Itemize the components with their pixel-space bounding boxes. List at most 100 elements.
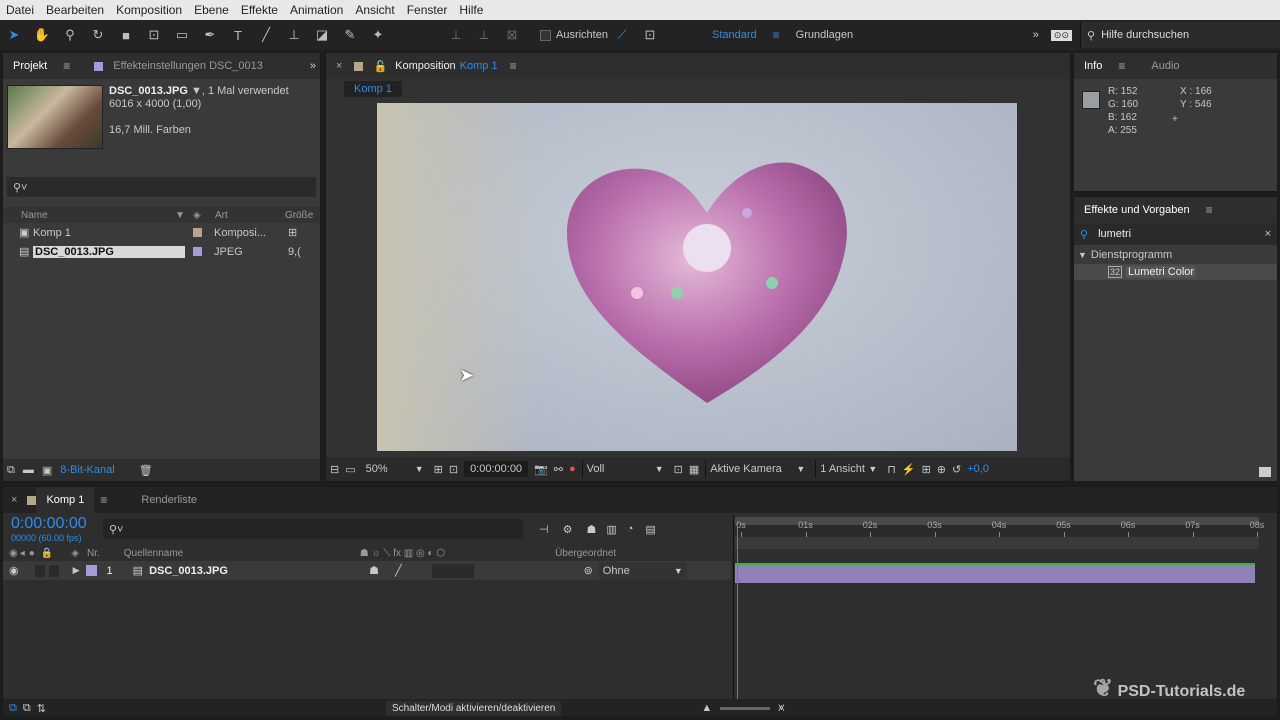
reset-exposure-icon[interactable]: ↺ (952, 463, 961, 476)
monitor-icon[interactable]: ▭ (345, 463, 355, 476)
axis-local-icon[interactable]: ⟂ (445, 24, 467, 46)
timeline-icon[interactable]: ⊞ (922, 463, 931, 476)
project-row-dsc0013[interactable]: ▤ DSC_0013.JPG JPEG 9,( (3, 242, 320, 261)
pan-behind-tool-icon[interactable]: ⊡ (143, 24, 165, 46)
layer-switches-icon[interactable]: ⧉ (9, 702, 17, 715)
composition-menu-icon[interactable]: ≡ (510, 59, 517, 73)
draft-3d-icon[interactable]: ⚙ (563, 523, 573, 536)
current-time-indicator[interactable] (737, 527, 738, 707)
hand-tool-icon[interactable]: ✋ (31, 24, 53, 46)
menu-datei[interactable]: Datei (0, 3, 40, 17)
zoom-out-icon[interactable]: ▲ (701, 702, 712, 714)
new-preset-icon[interactable] (1259, 467, 1271, 477)
preview-icon[interactable]: ⊟ (330, 463, 339, 476)
col-parent[interactable]: Übergeordnet (555, 548, 616, 559)
workspace-grundlagen[interactable]: Grundlagen (796, 29, 854, 41)
tab-effect-controls[interactable]: Effekteinstellungen DSC_0013 (103, 60, 273, 72)
interpret-footage-icon[interactable]: ⧉ (7, 464, 15, 477)
clear-search-icon[interactable]: × (1265, 228, 1271, 240)
zoom-tool-icon[interactable]: ⚲ (59, 24, 81, 46)
menu-ansicht[interactable]: Ansicht (349, 3, 400, 17)
info-menu-icon[interactable]: ≡ (1118, 59, 1125, 73)
views-dropdown[interactable]: 1 Ansicht ▼ (815, 460, 881, 478)
lock-icon[interactable]: 🔓 (373, 60, 387, 73)
flowchart-icon[interactable]: ⊕ (937, 463, 946, 476)
camera-dropdown[interactable]: Aktive Kamera ▼ (705, 460, 809, 478)
current-time[interactable]: 0:00:00:00 (464, 461, 529, 477)
roto-brush-tool-icon[interactable]: ✎ (339, 24, 361, 46)
sort-arrow-icon[interactable]: ▼ (175, 210, 193, 221)
panel-overflow-icon[interactable]: » (310, 60, 316, 72)
menu-ebene[interactable]: Ebene (188, 3, 235, 17)
effects-search-input[interactable]: ⚲ lumetri × (1074, 223, 1277, 245)
transfer-controls-icon[interactable]: ⧉ (23, 702, 31, 715)
resolution-dropdown[interactable]: Voll ▼ (581, 460, 668, 478)
toggle-switches-modes[interactable]: Schalter/Modi aktivieren/deaktivieren (385, 700, 562, 716)
label-color-swatch[interactable] (85, 565, 97, 576)
close-icon[interactable]: × (11, 494, 17, 506)
bit-depth-button[interactable]: 8-Bit-Kanal (60, 464, 114, 476)
menu-animation[interactable]: Animation (284, 3, 349, 17)
brush-tool-icon[interactable]: ╱ (255, 24, 277, 46)
solo-column-icon[interactable]: ● (29, 548, 35, 559)
layer-duration-bar[interactable] (735, 565, 1255, 583)
zoom-in-icon[interactable]: ⩙ (778, 702, 784, 715)
label-tag-icon[interactable]: ◈ (193, 210, 215, 221)
clone-stamp-tool-icon[interactable]: ⊥ (283, 24, 305, 46)
layer-name[interactable]: DSC_0013.JPG (149, 565, 369, 577)
label-color-swatch[interactable] (193, 228, 202, 237)
close-icon[interactable]: × (336, 60, 342, 72)
menu-hilfe[interactable]: Hilfe (453, 3, 489, 17)
audio-column-icon[interactable]: ◂ (20, 548, 25, 559)
dropdown-arrow-icon[interactable]: ▼ (191, 85, 202, 97)
pen-tool-icon[interactable]: ✒ (199, 24, 221, 46)
workspace-standard[interactable]: Standard (712, 29, 757, 41)
menu-fenster[interactable]: Fenster (401, 3, 454, 17)
toggle-pixel-icon[interactable]: ⊓ (887, 463, 896, 476)
safe-zones-icon[interactable]: ⊡ (449, 463, 458, 476)
effects-title[interactable]: Effekte und Vorgaben (1074, 204, 1200, 216)
tab-audio[interactable]: Audio (1141, 60, 1189, 72)
expand-triangle-icon[interactable]: ▼ (1078, 250, 1087, 260)
menu-komposition[interactable]: Komposition (110, 3, 188, 17)
quality-switch-icon[interactable]: ╱ (395, 564, 402, 577)
roi-icon[interactable]: ⊡ (674, 463, 683, 476)
snap-options-icon[interactable]: ⊡ (639, 24, 661, 46)
eye-column-icon[interactable]: ◉ (9, 548, 18, 559)
exposure-value[interactable]: +0,0 (967, 463, 989, 475)
col-name[interactable]: Name (21, 210, 175, 221)
menu-bearbeiten[interactable]: Bearbeiten (40, 3, 110, 17)
layer-search-input[interactable]: ⚲˅ (103, 519, 523, 539)
comp-mini-flowchart-icon[interactable]: ⊣ (539, 523, 549, 536)
puppet-tool-icon[interactable]: ✦ (367, 24, 389, 46)
col-type[interactable]: Art (215, 210, 285, 221)
col-number[interactable]: Nr. (87, 548, 100, 559)
effect-item-lumetri[interactable]: 32 Lumetri Color (1074, 264, 1277, 280)
menu-effekte[interactable]: Effekte (235, 3, 284, 17)
motion-blur-icon[interactable]: ◔ (627, 523, 634, 535)
selection-tool-icon[interactable]: ➤ (3, 24, 25, 46)
lock-toggle[interactable] (48, 564, 59, 577)
camera-tool-icon[interactable]: ■ (115, 24, 137, 46)
tab-render-queue[interactable]: Renderliste (131, 494, 207, 506)
layer-row[interactable]: ◉ ▶ 1 ▤ DSC_0013.JPG ☗ ╱ ⊚ Ohne ▼ (3, 561, 731, 580)
pickwhip-icon[interactable]: ⊚ (584, 564, 593, 577)
rotate-tool-icon[interactable]: ↻ (87, 24, 109, 46)
fast-preview-icon[interactable]: ⚡ (902, 463, 916, 476)
timeline-menu-icon[interactable]: ≡ (100, 493, 107, 507)
axis-world-icon[interactable]: ⟂ (473, 24, 495, 46)
new-folder-icon[interactable]: ▬ (23, 464, 34, 476)
zoom-slider[interactable] (720, 706, 771, 710)
axis-view-icon[interactable]: ⊠ (501, 24, 523, 46)
effects-category[interactable]: ▼ Dienstprogramm (1074, 245, 1277, 264)
vr-icon[interactable]: ⊙⊙ (1050, 29, 1072, 41)
graph-editor-icon[interactable]: ▤ (645, 523, 655, 536)
expand-triangle-icon[interactable]: ▶ (73, 565, 80, 576)
project-menu-icon[interactable]: ≡ (63, 59, 70, 73)
channels-icon[interactable]: ● (569, 463, 576, 475)
project-row-komp1[interactable]: ▣ Komp 1 Komposi... ⊞ (3, 223, 320, 242)
eraser-tool-icon[interactable]: ◪ (311, 24, 333, 46)
text-tool-icon[interactable]: T (227, 24, 249, 46)
timeline-timecode[interactable]: 0:00:00:00 (11, 515, 103, 533)
visibility-eye-icon[interactable]: ◉ (9, 564, 19, 577)
